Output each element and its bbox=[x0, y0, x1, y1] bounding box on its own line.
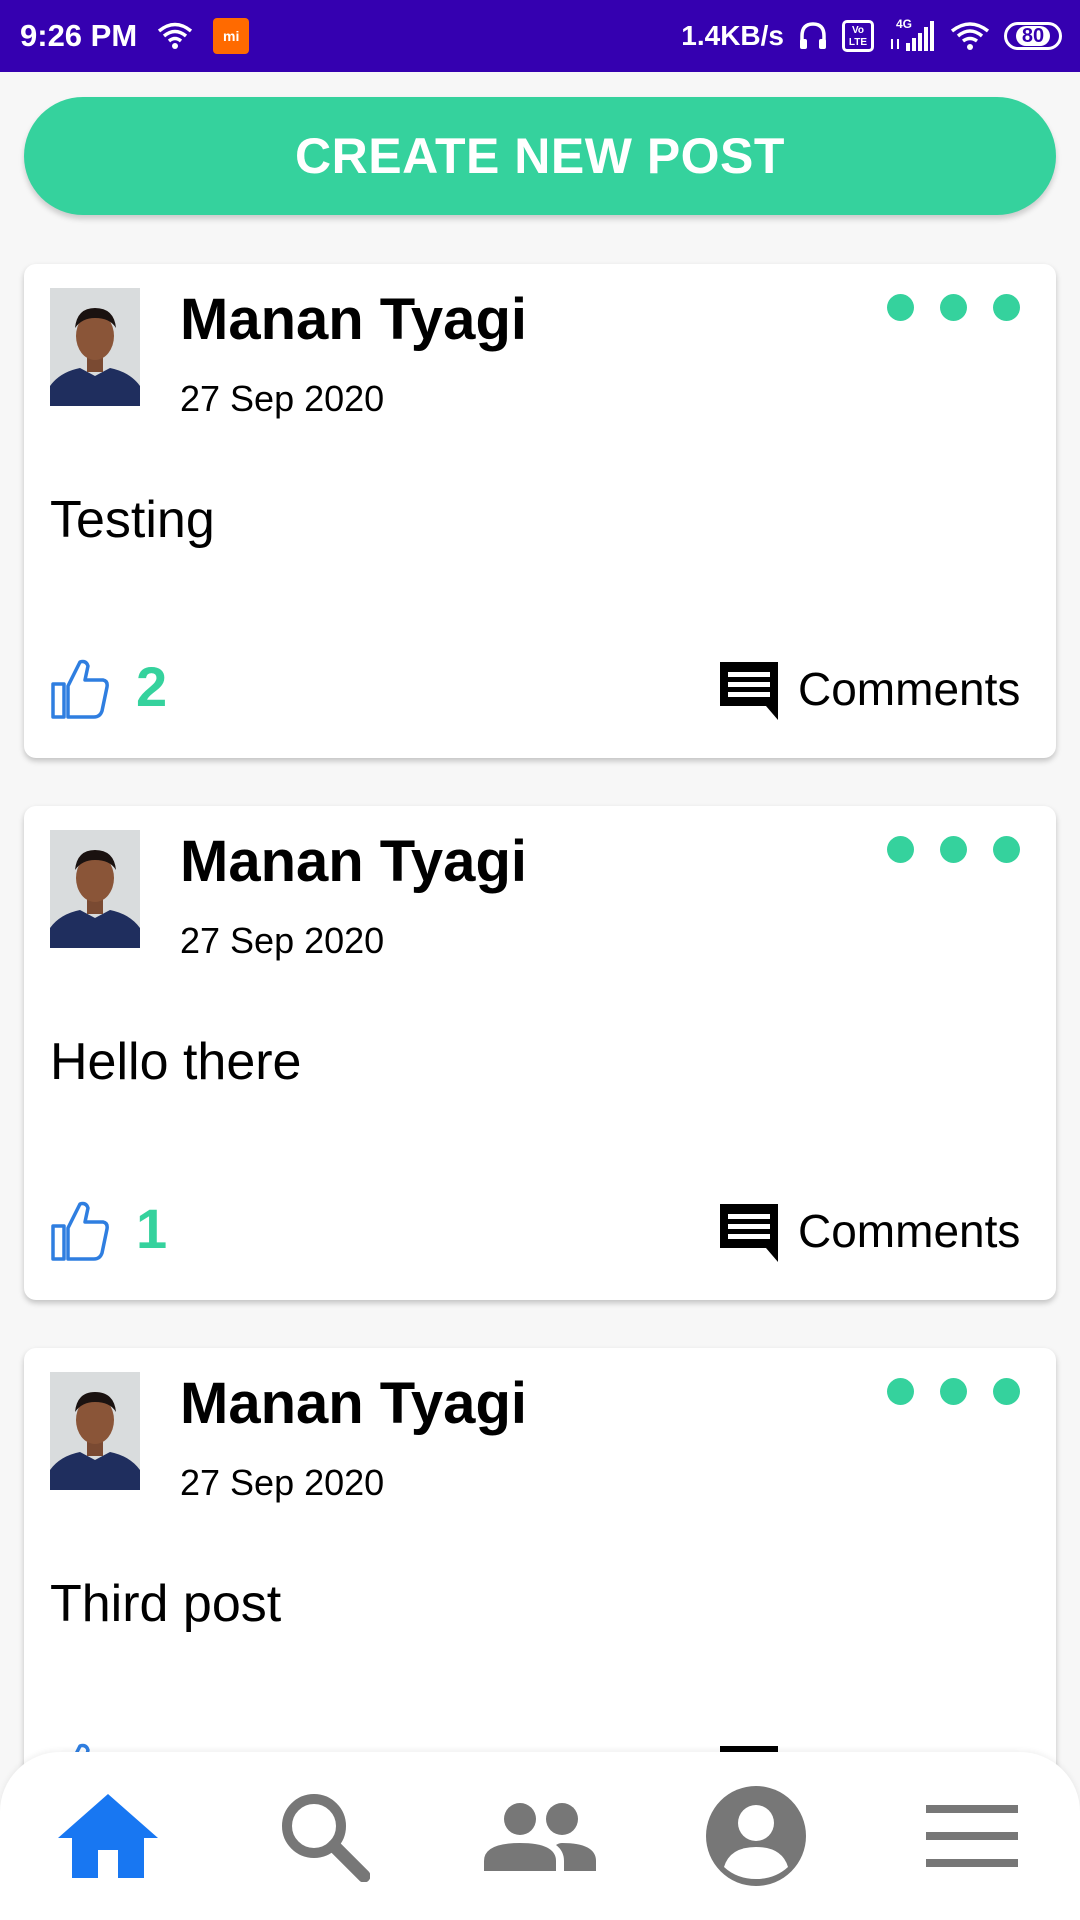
post-date: 27 Sep 2020 bbox=[180, 920, 385, 961]
more-options-icon[interactable] bbox=[887, 294, 1020, 321]
avatar[interactable] bbox=[50, 288, 140, 406]
post-text: Testing bbox=[50, 491, 215, 549]
post-date: 27 Sep 2020 bbox=[180, 1462, 385, 1503]
nav-search[interactable] bbox=[254, 1752, 394, 1920]
menu-icon bbox=[926, 1805, 1018, 1867]
post-text: Third post bbox=[50, 1575, 282, 1633]
author-name[interactable]: Manan Tyagi bbox=[180, 1370, 527, 1437]
post-text: Hello there bbox=[50, 1033, 302, 1091]
battery-icon: 80 bbox=[1004, 22, 1062, 50]
wifi-icon bbox=[950, 22, 990, 50]
like-icon[interactable] bbox=[50, 656, 110, 720]
nav-menu[interactable] bbox=[902, 1752, 1042, 1920]
comment-icon[interactable] bbox=[718, 660, 780, 722]
network-speed: 1.4KB/s bbox=[681, 20, 784, 51]
create-new-post-button[interactable]: CREATE NEW POST bbox=[24, 97, 1056, 215]
volte-icon: Vo LTE bbox=[842, 20, 874, 52]
post-date: 27 Sep 2020 bbox=[180, 378, 385, 419]
profile-icon bbox=[706, 1786, 806, 1886]
nav-home[interactable] bbox=[38, 1752, 178, 1920]
author-name[interactable]: Manan Tyagi bbox=[180, 828, 527, 895]
bottom-navigation bbox=[0, 1752, 1080, 1920]
nav-profile[interactable] bbox=[686, 1752, 826, 1920]
like-count: 1 bbox=[136, 1197, 168, 1260]
like-icon[interactable] bbox=[50, 1198, 110, 1262]
more-options-icon[interactable] bbox=[887, 836, 1020, 863]
create-new-post-label: CREATE NEW POST bbox=[295, 128, 785, 184]
signal-icon: 4G bbox=[888, 17, 936, 53]
mi-app-icon: mi bbox=[213, 18, 250, 54]
search-icon bbox=[282, 1794, 370, 1882]
comments-link[interactable]: Comments bbox=[798, 662, 1020, 716]
avatar[interactable] bbox=[50, 830, 140, 948]
like-count: 2 bbox=[136, 655, 168, 718]
headphones-icon bbox=[800, 22, 826, 49]
more-options-icon[interactable] bbox=[887, 1378, 1020, 1405]
comments-link[interactable]: Comments bbox=[798, 1204, 1020, 1258]
status-bar: 9:26 PM mi 1.4KB/s Vo LTE 4G 80 bbox=[0, 0, 1080, 72]
author-name[interactable]: Manan Tyagi bbox=[180, 286, 527, 353]
status-time: 9:26 PM bbox=[20, 18, 138, 53]
comment-icon[interactable] bbox=[718, 1202, 780, 1264]
avatar[interactable] bbox=[50, 1372, 140, 1490]
wifi-icon bbox=[158, 22, 193, 49]
post-card[interactable]: Manan Tyagi 27 Sep 2020 Testing 2 Commen… bbox=[24, 264, 1056, 758]
home-icon bbox=[58, 1794, 158, 1878]
friends-icon bbox=[484, 1803, 596, 1871]
nav-friends[interactable] bbox=[470, 1752, 610, 1920]
post-card[interactable]: Manan Tyagi 27 Sep 2020 Hello there 1 Co… bbox=[24, 806, 1056, 1300]
